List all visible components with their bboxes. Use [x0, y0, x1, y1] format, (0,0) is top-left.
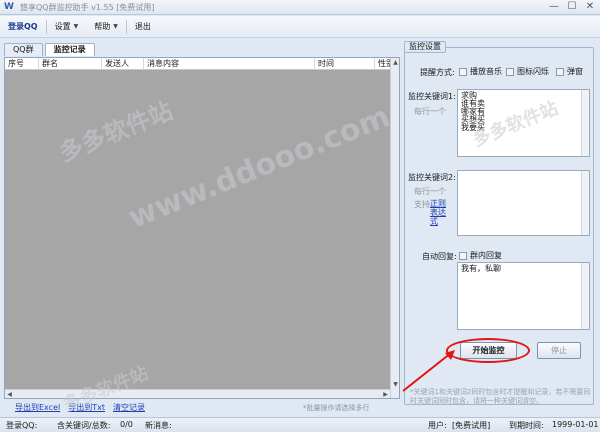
status-kw-total-value: 0/0: [120, 420, 133, 429]
keyword-notice: *关键词1和关键词2同时包含时才提醒和记录，若不需要同时关键词同时包含，请将一种…: [410, 388, 591, 405]
title-bar: W 悠享QQ群监控助手 v1.55 [免费试用] — ☐ ✕: [0, 0, 600, 15]
chevron-down-icon: ▼: [113, 22, 118, 30]
help-menu[interactable]: 帮助 ▼: [86, 18, 126, 36]
tab-monitor-records[interactable]: 监控记录: [44, 43, 95, 56]
close-icon[interactable]: ✕: [584, 1, 596, 13]
column-header-message[interactable]: 消息内容: [144, 58, 315, 70]
textarea-scrollbar[interactable]: [581, 171, 589, 235]
settings-menu[interactable]: 设置 ▼: [47, 18, 87, 36]
remind-label: 提醒方式:: [420, 68, 455, 77]
status-expire-value: 1999-01-01: [552, 420, 599, 429]
scroll-left-icon[interactable]: ◀: [5, 391, 14, 398]
group-reply-checkbox[interactable]: 群内回复: [459, 250, 502, 261]
scroll-down-icon[interactable]: ▼: [391, 381, 400, 388]
checkbox-icon: [459, 67, 467, 76]
column-header-group[interactable]: 群名: [39, 58, 102, 70]
maximize-icon[interactable]: ☐: [566, 1, 578, 13]
column-header-time[interactable]: 时间: [315, 58, 375, 70]
group-reply-label: 群内回复: [470, 251, 502, 260]
tab-bar: QQ群 监控记录: [4, 43, 95, 56]
toolbar: 登录QQ 设置 ▼ 帮助 ▼ 退出: [0, 16, 600, 38]
login-qq-button[interactable]: 登录QQ: [0, 18, 46, 36]
auto-reply-text: 我有，私聊: [461, 264, 501, 273]
play-music-label: 播放音乐: [470, 67, 502, 76]
regex-link[interactable]: 正则表达式: [430, 199, 448, 226]
scroll-right-icon[interactable]: ▶: [381, 391, 390, 398]
window-controls: — ☐ ✕: [548, 1, 596, 13]
status-login-qq: 登录QQ:: [6, 421, 38, 430]
status-expire-label: 到期时间:: [509, 421, 544, 430]
column-header-gender[interactable]: 性别: [375, 58, 391, 70]
keyword2-textarea[interactable]: [457, 170, 590, 236]
textarea-scrollbar[interactable]: [581, 263, 589, 329]
auto-reply-label: 自动回复:: [422, 252, 457, 261]
start-monitor-button[interactable]: 开始监控: [460, 342, 517, 359]
textarea-scrollbar[interactable]: [581, 90, 589, 156]
keyword2-label: 监控关键词2:: [408, 173, 456, 182]
keyword1-text: 求购 谁有卖 哪家有 买想买 我要买: [461, 91, 485, 132]
help-menu-label: 帮助: [94, 21, 111, 31]
settings-menu-label: 设置: [54, 21, 71, 31]
column-header-sender[interactable]: 发送人: [102, 58, 144, 70]
vertical-scrollbar[interactable]: ▲ ▼: [390, 58, 399, 398]
keyword1-label: 监控关键词1:: [408, 92, 456, 101]
monitor-settings-legend: 监控设置: [404, 41, 446, 53]
scroll-up-icon[interactable]: ▲: [391, 59, 400, 66]
chevron-down-icon: ▼: [73, 22, 79, 30]
app-logo-icon: W: [4, 2, 14, 12]
status-new-msg: 新消息:: [145, 421, 172, 430]
play-music-checkbox[interactable]: 播放音乐: [459, 66, 502, 77]
auto-reply-textarea[interactable]: 我有，私聊: [457, 262, 590, 330]
popup-checkbox[interactable]: 弹窗: [556, 66, 583, 77]
window-title: 悠享QQ群监控助手 v1.55 [免费试用]: [20, 3, 155, 12]
table-header: 序号 群名 发送人 消息内容 时间 性别: [5, 58, 399, 70]
icon-flash-checkbox[interactable]: 图标闪烁: [506, 66, 549, 77]
checkbox-icon: [459, 251, 467, 260]
stop-button[interactable]: 停止: [537, 342, 581, 359]
column-header-index[interactable]: 序号: [5, 58, 39, 70]
status-bar: 登录QQ: 含关键词/总数: 0/0 新消息: 用户: [免费试用] 到期时间:…: [0, 417, 600, 432]
keyword1-textarea[interactable]: 求购 谁有卖 哪家有 买想买 我要买: [457, 89, 590, 157]
export-excel-link[interactable]: 导出到Excel: [15, 402, 60, 413]
keyword1-hint: 每行一个: [414, 107, 446, 116]
clear-records-link[interactable]: 清空记录: [113, 402, 145, 413]
export-txt-link[interactable]: 导出到Txt: [68, 402, 105, 413]
popup-label: 弹窗: [567, 67, 583, 76]
keyword2-support-label: 支持: [414, 200, 430, 209]
export-links: 导出到Excel 导出到Txt 清空记录: [15, 402, 145, 413]
minimize-icon[interactable]: —: [548, 1, 560, 13]
checkbox-icon: [556, 67, 564, 76]
keyword2-hint: 每行一个: [414, 187, 446, 196]
exit-button[interactable]: 退出: [127, 18, 159, 36]
tab-qq-groups[interactable]: QQ群: [4, 43, 43, 56]
batch-hint: *批量操作请选择多行: [303, 404, 370, 412]
checkbox-icon: [506, 67, 514, 76]
status-user-value: [免费试用]: [452, 421, 491, 430]
status-kw-total-label: 含关键词/总数:: [57, 421, 111, 430]
status-user-label: 用户:: [428, 421, 447, 430]
records-table[interactable]: 序号 群名 发送人 消息内容 时间 性别 ▲ ▼ ◀ ▶: [4, 57, 400, 399]
icon-flash-label: 图标闪烁: [517, 67, 549, 76]
horizontal-scrollbar[interactable]: ◀ ▶: [5, 389, 390, 398]
